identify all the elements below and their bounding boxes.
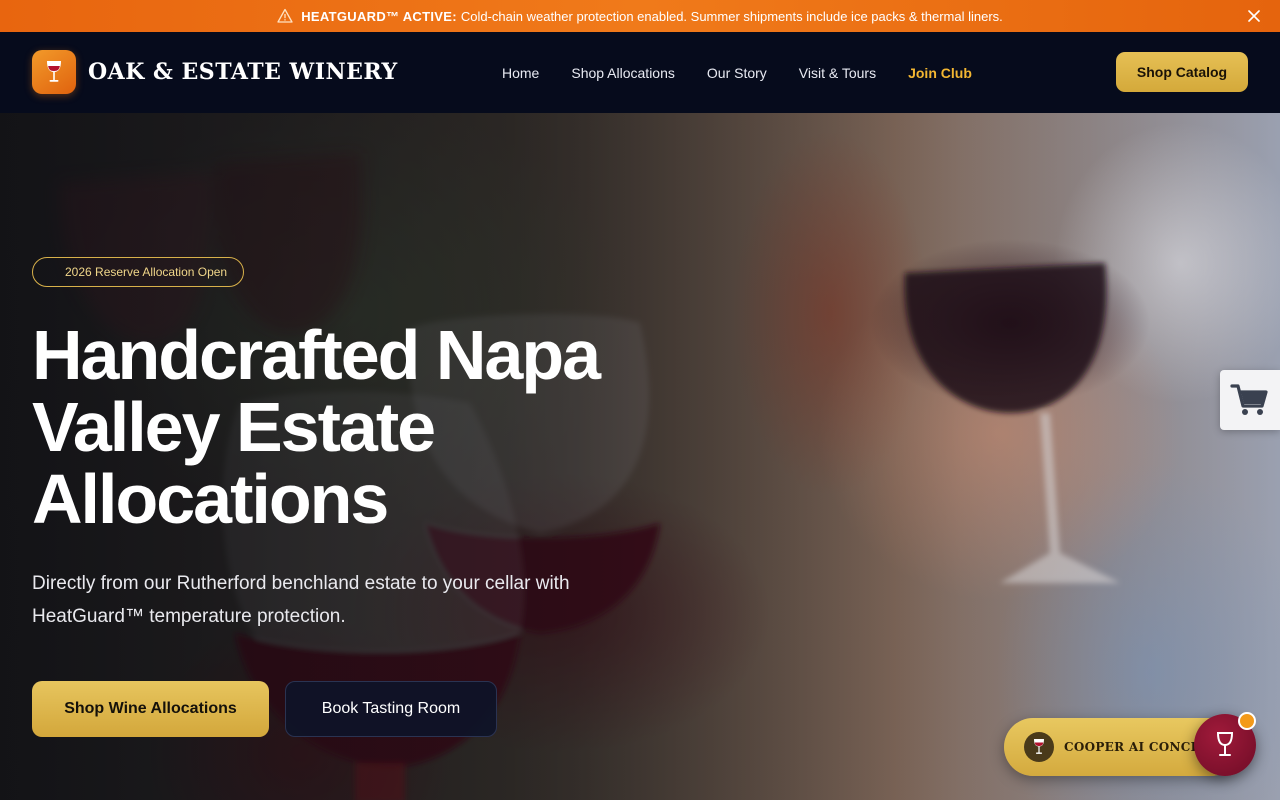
notification-dot bbox=[1238, 712, 1256, 730]
cart-icon bbox=[1230, 384, 1268, 415]
cart-button[interactable] bbox=[1220, 370, 1280, 430]
brand-logo-link[interactable]: OAK & ESTATE WINERY bbox=[32, 50, 398, 94]
allocation-badge-label: 2026 Reserve Allocation Open bbox=[65, 265, 228, 279]
shop-catalog-button[interactable]: Shop Catalog bbox=[1116, 52, 1248, 92]
nav-visit-tours[interactable]: Visit & Tours bbox=[799, 65, 876, 81]
hero-subtitle: Directly from our Rutherford benchland e… bbox=[32, 573, 570, 627]
nav-our-story[interactable]: Our Story bbox=[707, 65, 767, 81]
nav-join-club[interactable]: Join Club bbox=[908, 65, 972, 81]
nav-shop-allocations[interactable]: Shop Allocations bbox=[571, 65, 675, 81]
hero-section: 2026 Reserve Allocation Open Handcrafted… bbox=[0, 113, 1280, 800]
site-header: OAK & ESTATE WINERY Home Shop Allocation… bbox=[0, 32, 1280, 113]
nav-home[interactable]: Home bbox=[502, 65, 539, 81]
hero-headline: Handcrafted Napa Valley Estate Allocatio… bbox=[32, 316, 601, 538]
close-banner-button[interactable] bbox=[1244, 6, 1264, 26]
allocation-badge: 2026 Reserve Allocation Open bbox=[32, 257, 245, 287]
wine-glass-icon bbox=[32, 50, 76, 94]
warning-icon bbox=[277, 8, 293, 24]
brand-name: OAK & ESTATE WINERY bbox=[88, 59, 398, 85]
banner-strong-label: HEATGUARD™ ACTIVE: bbox=[301, 8, 457, 24]
shop-wine-allocations-button[interactable]: Shop Wine Allocations bbox=[32, 681, 269, 737]
banner-message: Cold-chain weather protection enabled. S… bbox=[460, 8, 1003, 24]
heatguard-banner: HEATGUARD™ ACTIVE: Cold-chain weather pr… bbox=[0, 0, 1280, 32]
wine-glass-icon bbox=[1024, 732, 1054, 762]
main-nav: Home Shop Allocations Our Story Visit & … bbox=[502, 32, 1004, 113]
goblet-icon bbox=[1216, 732, 1234, 756]
book-tasting-room-button[interactable]: Book Tasting Room bbox=[285, 681, 497, 737]
close-icon bbox=[1248, 10, 1260, 22]
